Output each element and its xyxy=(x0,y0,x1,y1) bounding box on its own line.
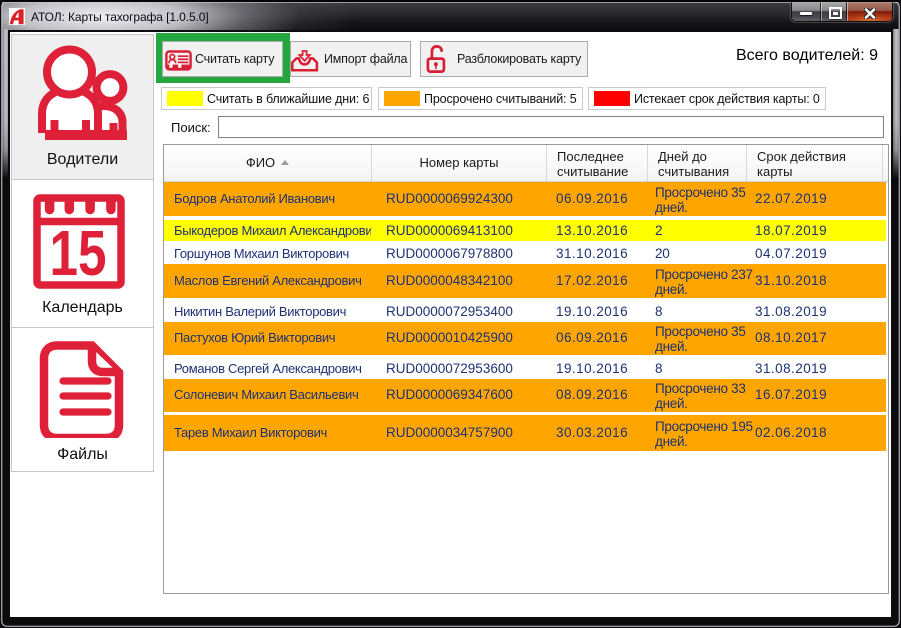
svg-text:15: 15 xyxy=(50,217,107,289)
